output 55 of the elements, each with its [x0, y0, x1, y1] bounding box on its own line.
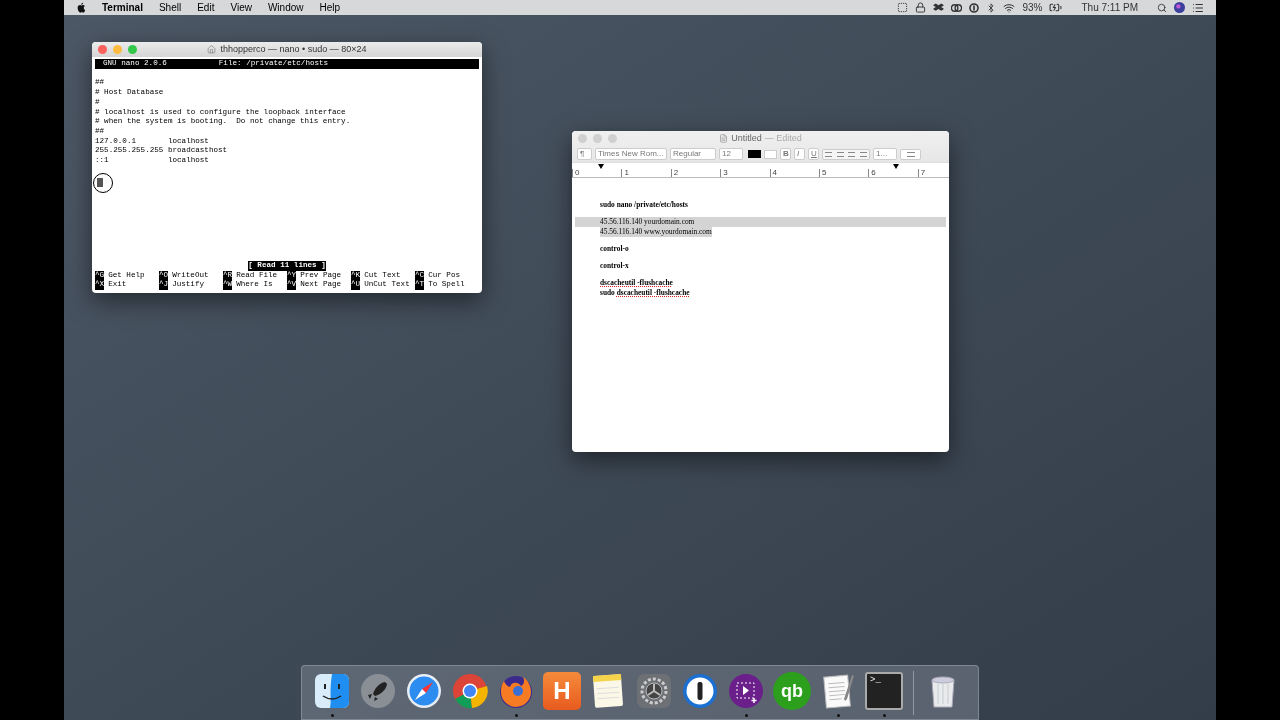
paragraph-style-button[interactable]: ¶: [577, 148, 592, 160]
app-letter-icon[interactable]: H: [543, 672, 581, 710]
ruler-number: 1: [624, 168, 629, 177]
keyhole-icon[interactable]: [681, 672, 719, 710]
gear-icon[interactable]: [635, 672, 673, 710]
home-icon: [207, 45, 217, 54]
underline-button[interactable]: U: [808, 148, 819, 160]
text-color-swatch[interactable]: [748, 150, 761, 158]
tab-stop-marker[interactable]: [893, 164, 899, 169]
document-icon: [719, 134, 729, 143]
menu-item[interactable]: Shell: [158, 0, 182, 15]
app-logo-icon[interactable]: qb: [773, 672, 811, 710]
ruler-number: 7: [920, 168, 926, 177]
ruler-number: 6: [871, 168, 876, 177]
italic-button[interactable]: I: [794, 148, 805, 160]
font-style-select[interactable]: Regular: [670, 148, 716, 160]
line-spacing-select[interactable]: 1...: [873, 148, 897, 160]
ruler-number: 5: [821, 168, 827, 177]
search-icon[interactable]: [1157, 2, 1167, 13]
menu-app-name[interactable]: Terminal: [102, 0, 143, 15]
menu-item[interactable]: Window: [267, 0, 304, 15]
wifi-icon[interactable]: [1003, 1, 1016, 14]
highlight-color-swatch[interactable]: [764, 149, 777, 159]
font-family-select[interactable]: Times New Rom...: [595, 148, 667, 160]
font-size-select[interactable]: 12: [719, 148, 743, 160]
window-title: Untitled: [731, 131, 762, 145]
list-icon[interactable]: [1192, 1, 1204, 14]
browser-icon[interactable]: [451, 672, 489, 710]
bluetooth-icon[interactable]: [986, 2, 997, 13]
face-icon[interactable]: [313, 672, 351, 710]
battery-percent[interactable]: 93%: [1022, 0, 1043, 15]
cloud-rings-icon[interactable]: [951, 2, 963, 13]
menu-item[interactable]: View: [230, 0, 252, 15]
indent-marker[interactable]: [598, 164, 604, 169]
orb-icon[interactable]: [1174, 2, 1185, 13]
screenshot-selection-icon[interactable]: [897, 2, 909, 13]
rocket-icon[interactable]: [359, 672, 397, 710]
lock-icon[interactable]: [915, 2, 927, 13]
apple-icon[interactable]: [76, 2, 86, 13]
compass-icon[interactable]: [405, 672, 443, 710]
battery-icon[interactable]: [1049, 1, 1063, 14]
ruler-number: 4: [772, 168, 777, 177]
ruler-number: 0: [575, 168, 580, 177]
ring-icon[interactable]: [969, 2, 980, 13]
terminal-app-icon[interactable]: >_: [865, 672, 903, 710]
edited-label: — Edited: [764, 131, 802, 145]
screen-capture-icon[interactable]: [727, 672, 765, 710]
ruler-number: 2: [673, 168, 679, 177]
menu-item[interactable]: Help: [319, 0, 341, 15]
menu-item[interactable]: Edit: [197, 0, 215, 15]
alignment-buttons[interactable]: [822, 148, 870, 160]
window-title: thhopperco — nano • sudo — 80×24: [220, 42, 367, 56]
bold-button[interactable]: B: [780, 148, 791, 160]
menu-clock[interactable]: Thu 7:11 PM: [1081, 0, 1138, 15]
ruler-number: 3: [723, 168, 728, 177]
